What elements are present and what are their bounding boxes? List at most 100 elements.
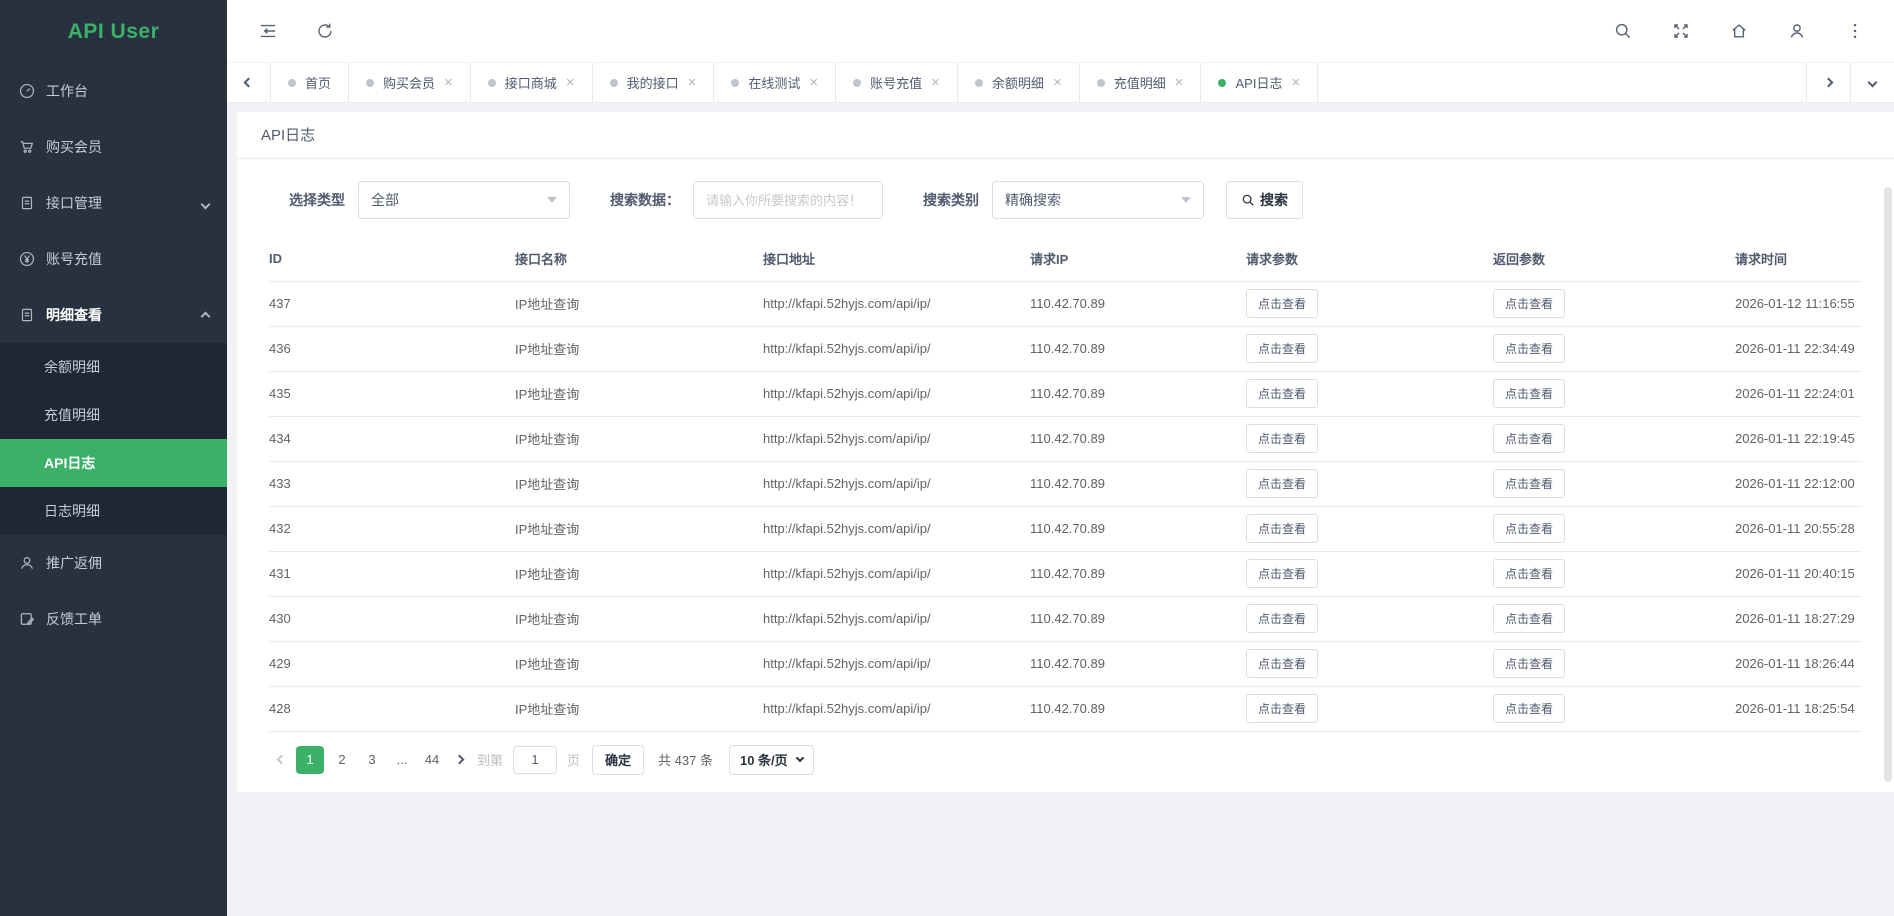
sidebar-subitem[interactable]: 余额明细 <box>0 343 227 391</box>
view-response-params-button[interactable]: 点击查看 <box>1493 469 1565 498</box>
more-dots-icon[interactable] <box>1844 20 1866 42</box>
view-request-params-button[interactable]: 点击查看 <box>1246 424 1318 453</box>
sidebar-item-label: 购买会员 <box>46 137 102 157</box>
refresh-icon[interactable] <box>314 20 336 42</box>
view-request-params-button[interactable]: 点击查看 <box>1246 559 1318 588</box>
view-response-params-button[interactable]: 点击查看 <box>1493 379 1565 408</box>
fullscreen-icon[interactable] <box>1670 20 1692 42</box>
view-request-params-button[interactable]: 点击查看 <box>1246 469 1318 498</box>
table-row: 428 IP地址查询 http://kfapi.52hyjs.com/api/i… <box>269 686 1862 731</box>
dashboard-icon <box>18 82 36 100</box>
sidebar-subitem[interactable]: 日志明细 <box>0 487 227 535</box>
search-input[interactable] <box>693 181 883 219</box>
tab-label: API日志 <box>1235 73 1282 92</box>
tab[interactable]: 购买会员 × <box>349 63 471 102</box>
tab-label: 首页 <box>305 73 331 92</box>
tab-close-icon[interactable]: × <box>931 75 940 90</box>
pagination-next-button[interactable] <box>447 746 471 774</box>
tabs-menu-button[interactable] <box>1850 63 1894 102</box>
pagination-prev-button[interactable] <box>269 746 293 774</box>
cell-request-ip: 110.42.70.89 <box>1030 551 1246 596</box>
user-icon[interactable] <box>1786 20 1808 42</box>
tab-close-icon[interactable]: × <box>1053 75 1062 90</box>
view-response-params-button[interactable]: 点击查看 <box>1493 334 1565 363</box>
cell-request-time: 2026-01-11 18:25:54 <box>1735 686 1862 731</box>
tab[interactable]: 首页 <box>271 63 349 102</box>
tab[interactable]: API日志 × <box>1201 63 1318 102</box>
pagination-page[interactable]: 3 <box>360 746 384 774</box>
type-filter-label: 选择类型 <box>289 190 345 210</box>
view-response-params-button[interactable]: 点击查看 <box>1493 604 1565 633</box>
tab-dot-icon <box>366 79 374 87</box>
sidebar-subitem[interactable]: 充值明细 <box>0 391 227 439</box>
confirm-button[interactable]: 确定 <box>592 745 644 775</box>
cell-request-time: 2026-01-11 18:27:29 <box>1735 596 1862 641</box>
sidebar-subitem-label: 余额明细 <box>44 357 100 377</box>
tab-dot-icon <box>853 79 861 87</box>
tabs-scroll-right-button[interactable] <box>1806 63 1850 102</box>
view-response-params-button[interactable]: 点击查看 <box>1493 694 1565 723</box>
view-request-params-button[interactable]: 点击查看 <box>1246 694 1318 723</box>
tab[interactable]: 在线测试 × <box>714 63 836 102</box>
cell-request-time: 2026-01-11 22:12:00 <box>1735 461 1862 506</box>
chevron-left-icon <box>276 755 286 765</box>
sidebar-item-label: 反馈工单 <box>46 609 102 629</box>
view-response-params-button[interactable]: 点击查看 <box>1493 559 1565 588</box>
cell-api-name: IP地址查询 <box>515 416 763 461</box>
sidebar-item-recharge[interactable]: 账号充值 <box>0 231 227 287</box>
sidebar-item-buy-membership[interactable]: 购买会员 <box>0 119 227 175</box>
view-response-params-button[interactable]: 点击查看 <box>1493 514 1565 543</box>
goto-page-input[interactable] <box>513 746 557 774</box>
pagination-page[interactable]: ... <box>390 746 414 774</box>
cell-request-ip: 110.42.70.89 <box>1030 281 1246 326</box>
tab[interactable]: 充值明细 × <box>1080 63 1202 102</box>
view-request-params-button[interactable]: 点击查看 <box>1246 289 1318 318</box>
cell-request-ip: 110.42.70.89 <box>1030 461 1246 506</box>
tab[interactable]: 我的接口 × <box>593 63 715 102</box>
search-icon[interactable] <box>1612 20 1634 42</box>
tab-close-icon[interactable]: × <box>688 75 697 90</box>
pagination-page[interactable]: 44 <box>420 746 444 774</box>
sidebar-item-feedback[interactable]: 反馈工单 <box>0 591 227 647</box>
sidebar-item-workbench[interactable]: 工作台 <box>0 63 227 119</box>
tab[interactable]: 账号充值 × <box>836 63 958 102</box>
view-response-params-button[interactable]: 点击查看 <box>1493 289 1565 318</box>
pagination-page[interactable]: 1 <box>296 746 324 774</box>
topbar <box>227 0 1894 63</box>
table-row: 429 IP地址查询 http://kfapi.52hyjs.com/api/i… <box>269 641 1862 686</box>
col-header-name: 接口名称 <box>515 237 763 281</box>
caret-down-icon <box>547 197 557 203</box>
view-response-params-button[interactable]: 点击查看 <box>1493 649 1565 678</box>
tab-close-icon[interactable]: × <box>1291 75 1300 90</box>
sidebar-item-api-manage[interactable]: 接口管理 <box>0 175 227 231</box>
cell-api-url: http://kfapi.52hyjs.com/api/ip/ <box>763 416 1030 461</box>
view-request-params-button[interactable]: 点击查看 <box>1246 604 1318 633</box>
per-page-select[interactable]: 10 条/页 <box>729 745 814 775</box>
view-request-params-button[interactable]: 点击查看 <box>1246 379 1318 408</box>
scrollbar[interactable] <box>1884 187 1892 782</box>
tabs-scroll-left-button[interactable] <box>227 63 271 102</box>
sidebar-item-referral[interactable]: 推广返佣 <box>0 535 227 591</box>
view-response-params-button[interactable]: 点击查看 <box>1493 424 1565 453</box>
view-request-params-button[interactable]: 点击查看 <box>1246 334 1318 363</box>
pagination-page[interactable]: 2 <box>330 746 354 774</box>
caret-down-icon <box>1181 197 1191 203</box>
cell-api-name: IP地址查询 <box>515 506 763 551</box>
tab-close-icon[interactable]: × <box>1175 75 1184 90</box>
tab-close-icon[interactable]: × <box>444 75 453 90</box>
view-request-params-button[interactable]: 点击查看 <box>1246 514 1318 543</box>
view-request-params-button[interactable]: 点击查看 <box>1246 649 1318 678</box>
tab[interactable]: 接口商城 × <box>471 63 593 102</box>
collapse-sidebar-icon[interactable] <box>257 20 279 42</box>
tab-close-icon[interactable]: × <box>566 75 575 90</box>
tab-close-icon[interactable]: × <box>809 75 818 90</box>
sidebar-subitem[interactable]: API日志 <box>0 439 227 487</box>
sidebar-item-detail-view[interactable]: 明细查看 <box>0 287 227 343</box>
search-category-select[interactable]: 精确搜索 <box>992 181 1204 219</box>
search-button[interactable]: 搜索 <box>1226 181 1303 219</box>
type-select[interactable]: 全部 <box>358 181 570 219</box>
cell-id: 430 <box>269 596 515 641</box>
tab[interactable]: 余额明细 × <box>958 63 1080 102</box>
home-icon[interactable] <box>1728 20 1750 42</box>
sidebar: API User 工作台 购买会员 接口管理 <box>0 0 227 916</box>
